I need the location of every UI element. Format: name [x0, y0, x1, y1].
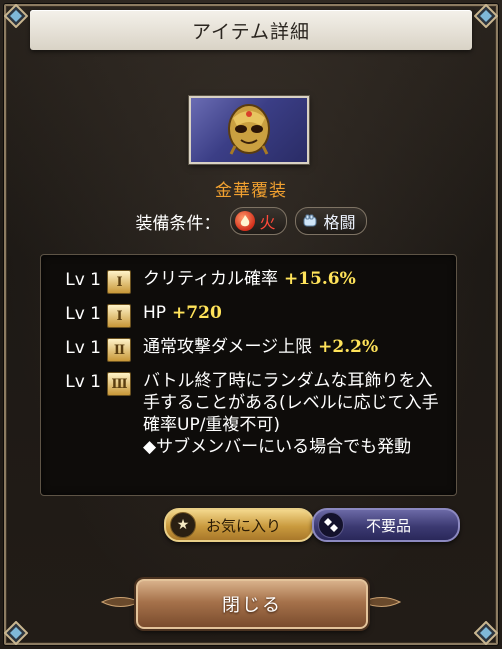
skill-row: Lv 1 I HP +720 [41, 302, 443, 328]
rank-badge: I [107, 270, 131, 294]
fist-weapon-icon [300, 211, 320, 231]
golden-mask-icon [228, 104, 270, 155]
star-icon: ★ [170, 512, 196, 538]
corner-gem-icon [474, 4, 498, 28]
item-thumbnail [189, 96, 309, 164]
skill-description: バトル終了時にランダムな耳飾りを入手することがある(レベルに応じて入手確率UP/… [143, 371, 439, 457]
corner-gem-icon [4, 4, 28, 28]
favorite-button[interactable]: ★ お気に入り [164, 508, 314, 542]
diamonds-icon [318, 512, 344, 538]
equip-conditions: 装備条件： 火 格闘 [0, 205, 502, 237]
skill-row: Lv 1 II 通常攻撃ダメージ上限 +2.2% [41, 336, 443, 362]
corner-gem-icon [474, 621, 498, 645]
ornament-right-icon [362, 597, 402, 607]
skill-row: Lv 1 III バトル終了時にランダムな耳飾りを入手することがある(レベルに応… [41, 370, 445, 458]
element-tag: 火 [230, 207, 287, 235]
close-button[interactable]: 閉じる [136, 579, 368, 629]
ornament-left-icon [100, 597, 140, 607]
item-name: 金華覆装 [215, 181, 287, 201]
rank-badge: II [107, 338, 131, 362]
rank-badge: I [107, 304, 131, 328]
weapon-type-tag: 格闘 [294, 207, 367, 235]
corner-gem-icon [4, 621, 28, 645]
skill-row: Lv 1 I クリティカル確率 +15.6% [41, 268, 443, 294]
dialog-title-bar: アイテム詳細 [30, 10, 472, 50]
equip-label: 装備条件： [135, 213, 221, 234]
fire-element-icon [235, 211, 256, 231]
rank-badge: III [107, 372, 131, 396]
unneeded-button[interactable]: 不要品 [312, 508, 460, 542]
dialog-title: アイテム詳細 [191, 20, 311, 43]
skills-panel: Lv 1 I クリティカル確率 +15.6% Lv 1 I HP +720 Lv 1… [40, 254, 457, 496]
